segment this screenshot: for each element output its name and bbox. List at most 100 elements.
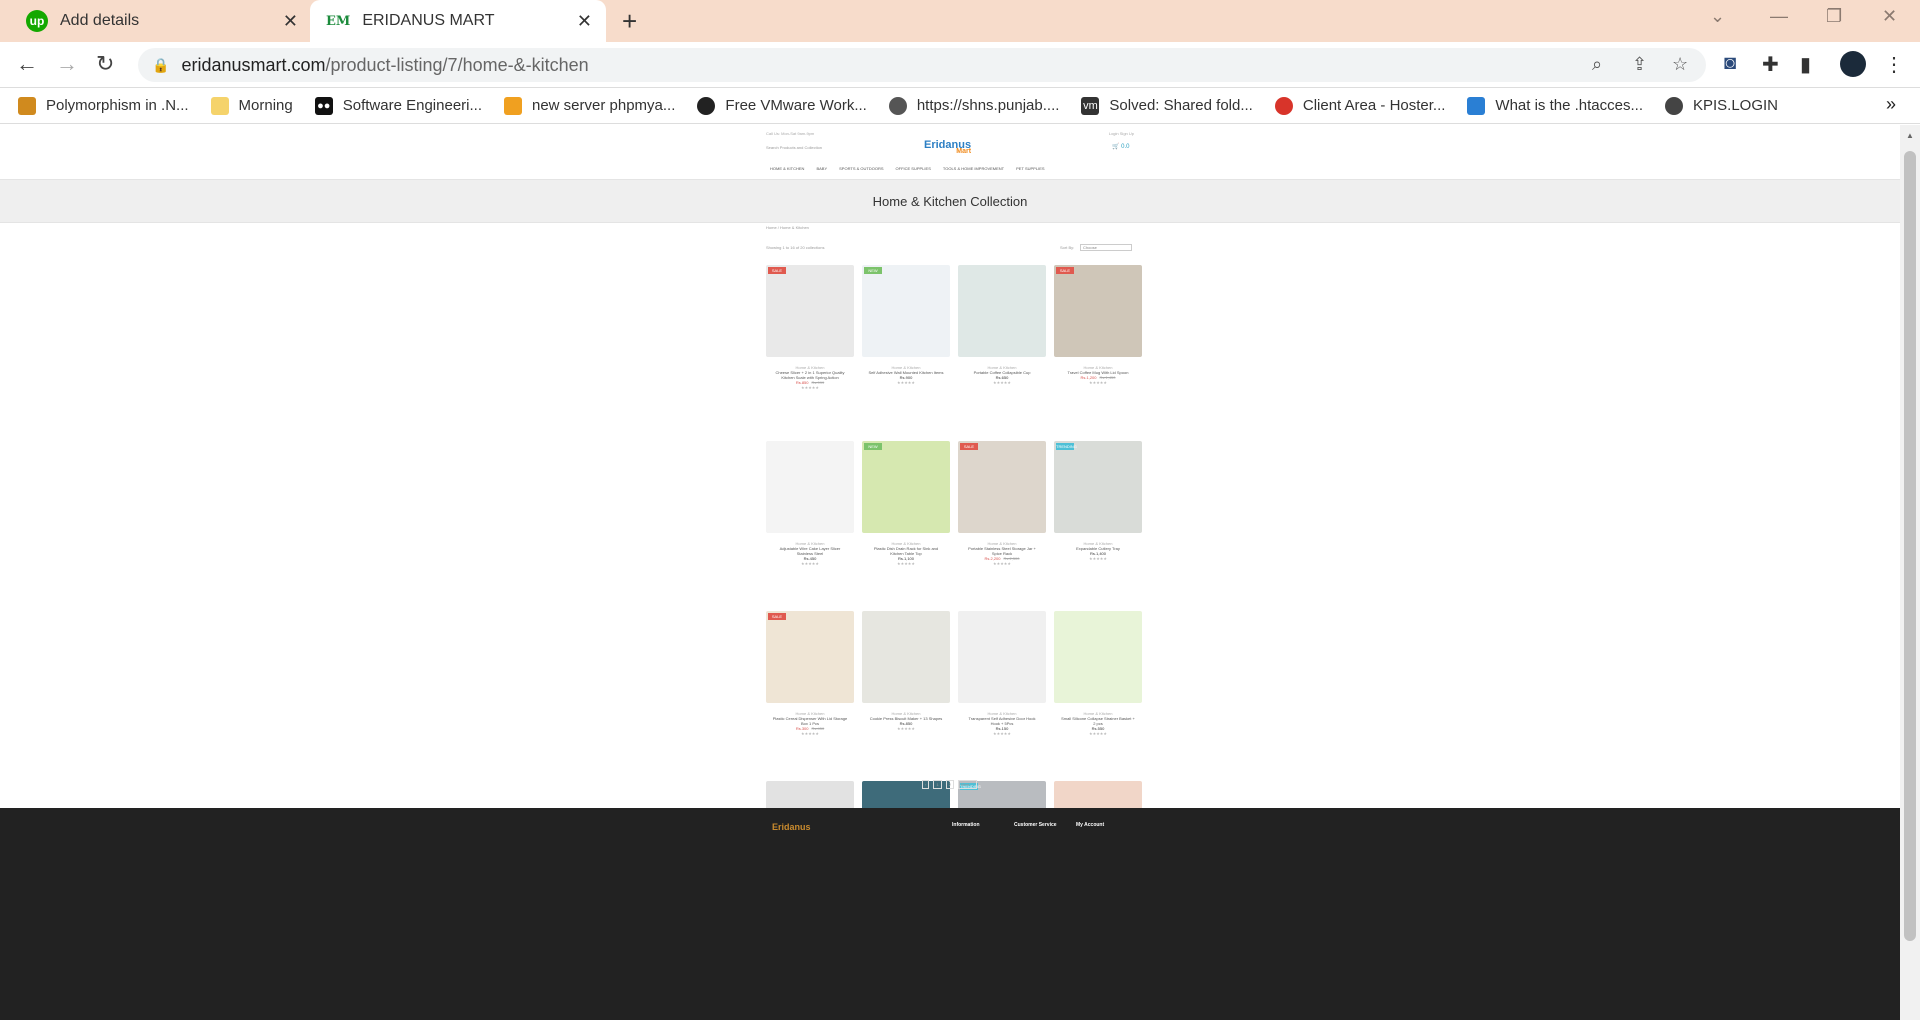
product-image[interactable]: NEW <box>862 441 950 533</box>
bookmark[interactable]: vm Solved: Shared fold... <box>1081 96 1253 115</box>
bookmark[interactable]: ●● Software Engineeri... <box>314 96 482 115</box>
bookmark[interactable]: What is the .htacces... <box>1467 96 1643 115</box>
side-panel-icon[interactable]: ▮ <box>1800 52 1811 77</box>
cart-icon[interactable]: 🛒 0.0 <box>1112 143 1129 150</box>
lock-icon: 🔒 <box>152 56 170 73</box>
product-card[interactable]: SALE Home & Kitchen Travel Coffee Mug With… <box>1054 265 1142 385</box>
scrollbar[interactable]: ▲ <box>1900 125 1920 1020</box>
search-input[interactable]: Search Products and Collection <box>766 145 822 150</box>
product-card[interactable]: Home & Kitchen Adjustable Wire Cake Layer… <box>766 441 854 566</box>
product-image[interactable] <box>766 441 854 533</box>
menu-item[interactable]: SPORTS & OUTDOORS <box>839 166 883 171</box>
bookmark[interactable]: Free VMware Work... <box>697 96 867 115</box>
product-image[interactable]: NEW <box>862 265 950 357</box>
product-image[interactable]: SALE <box>766 265 854 357</box>
account-links[interactable]: Login Sign Up <box>1109 131 1134 136</box>
footer-logo[interactable]: Eridanus <box>772 822 811 832</box>
bookmark[interactable]: Polymorphism in .N... <box>18 96 189 115</box>
person-icon <box>1467 96 1486 115</box>
web-page: Call Us: Mon-Sat 9am-9pm Login Sign Up S… <box>0 125 1900 1020</box>
product-image[interactable]: SALE <box>1054 265 1142 357</box>
address-bar[interactable]: 🔒 eridanusmart.com/product-listing/7/hom… <box>138 48 1706 82</box>
site-logo[interactable]: Eridanus Mart <box>924 139 971 155</box>
product-image[interactable]: SALE <box>766 611 854 703</box>
menu-item[interactable]: PET SUPPLIES <box>1016 166 1044 171</box>
product-image[interactable] <box>958 265 1046 357</box>
product-card[interactable]: NEW Home & Kitchen Self Adhesive Wall Moun… <box>862 265 950 385</box>
breadcrumb[interactable]: Home / Home & Kitchen <box>766 225 809 230</box>
pagination-page[interactable]: 2 <box>945 780 954 789</box>
menu-item[interactable]: TOOLS & HOME IMPROVEMENT <box>943 166 1004 171</box>
close-icon[interactable]: ✕ <box>577 11 592 32</box>
bookmark[interactable]: https://shns.punjab.... <box>888 96 1059 115</box>
product-name[interactable]: Adjustable Wire Cake Layer Slicer Stainl… <box>766 546 854 556</box>
medium-icon: ●● <box>314 96 333 115</box>
scrollbar-thumb[interactable] <box>1904 151 1916 941</box>
menu-item[interactable]: HOME & KITCHEN <box>770 166 804 171</box>
minimize-icon[interactable]: — <box>1770 6 1788 27</box>
menu-item[interactable]: BABY <box>816 166 827 171</box>
product-name[interactable]: Portable Stainless Steel Storage Jar + S… <box>958 546 1046 556</box>
pagination-page[interactable]: 1 <box>933 780 942 789</box>
bookmark[interactable]: KPIS.LOGIN <box>1664 96 1778 115</box>
chevron-down-icon[interactable]: ⌄ <box>1710 6 1725 27</box>
product-badge: TRENDING <box>1056 443 1077 450</box>
star-icon[interactable]: ☆ <box>1672 54 1688 75</box>
product-name[interactable]: Small Silicone Collapse Strainer Basket … <box>1054 716 1142 726</box>
rating-stars-icon: ★★★★★ <box>801 731 819 736</box>
rating-stars-icon: ★★★★★ <box>1089 556 1107 561</box>
product-name[interactable]: Plastic Dish Drain Rack for Sink and Kit… <box>862 546 950 556</box>
pagination-prev[interactable]: ‹ <box>922 780 930 789</box>
product-badge: NEW <box>864 267 882 274</box>
reload-icon[interactable]: ↻ <box>96 51 114 77</box>
bookmark[interactable]: Client Area - Hoster... <box>1274 96 1445 115</box>
footer-heading: My Account <box>1076 822 1105 828</box>
product-name[interactable]: Plastic Cereal Dispenser With Lid Storag… <box>766 716 854 726</box>
product-badge: SALE <box>768 613 786 620</box>
product-image[interactable] <box>1054 611 1142 703</box>
scroll-up-icon[interactable]: ▲ <box>1906 131 1914 140</box>
window-close-icon[interactable]: ✕ <box>1882 6 1897 27</box>
sort-label: Sort By: <box>1060 245 1075 250</box>
tab-add-details[interactable]: up Add details ✕ <box>12 0 312 42</box>
tab-strip: up Add details ✕ EM ERIDANUS MART ✕ + ⌄ … <box>0 0 1920 42</box>
extension-icon[interactable]: ◙ <box>1724 52 1736 75</box>
site-footer: Eridanus Information Customer Service My… <box>0 808 1900 1020</box>
close-icon[interactable]: ✕ <box>283 11 298 32</box>
product-image[interactable] <box>958 611 1046 703</box>
product-name[interactable]: Cheese Slicer + 2 in 1 Superior Quality … <box>766 370 854 380</box>
rating-stars-icon: ★★★★★ <box>801 561 819 566</box>
footer-heading: Information <box>952 822 980 828</box>
share-icon[interactable]: ⇪ <box>1632 54 1647 75</box>
product-card[interactable]: NEW Home & Kitchen Plastic Dish Drain Rack… <box>862 441 950 566</box>
product-image[interactable] <box>862 611 950 703</box>
back-icon[interactable]: ← <box>16 51 38 77</box>
new-tab-icon[interactable]: + <box>622 6 637 37</box>
bookmark[interactable]: Morning <box>210 96 293 115</box>
sort-select[interactable]: Choose <box>1080 244 1132 251</box>
tab-eridanus-mart[interactable]: EM ERIDANUS MART ✕ <box>310 0 606 42</box>
product-card[interactable]: Home & Kitchen Small Silicone Collapse St… <box>1054 611 1142 736</box>
bookmark[interactable]: new server phpmya... <box>504 96 675 115</box>
chevron-double-right-icon[interactable]: » <box>1886 94 1896 115</box>
puzzle-icon[interactable]: ✚ <box>1762 52 1779 77</box>
forward-icon[interactable]: → <box>56 51 78 77</box>
restore-icon[interactable]: ❐ <box>1826 6 1842 27</box>
product-card[interactable]: Home & Kitchen Transparent Self Adhesive … <box>958 611 1046 736</box>
avatar[interactable] <box>1840 51 1866 77</box>
product-badge: NEW <box>864 443 882 450</box>
zoom-icon[interactable]: ⌕ <box>1592 54 1602 75</box>
product-image[interactable]: SALE <box>958 441 1046 533</box>
product-card[interactable]: TRENDING Home & Kitchen Expandable Cutlery… <box>1054 441 1142 561</box>
menu-dots-icon[interactable]: ⋮ <box>1884 52 1904 77</box>
product-card[interactable]: Home & Kitchen Portable Coffee Collapsibl… <box>958 265 1046 385</box>
pagination-next[interactable]: Next → <box>957 780 978 789</box>
product-card[interactable]: Home & Kitchen Cookie Press Biscuit Maker… <box>862 611 950 731</box>
product-card[interactable]: SALE Home & Kitchen Portable Stainless Ste… <box>958 441 1046 566</box>
product-name[interactable]: Transparent Self Adhesive Door Hook Hook… <box>958 716 1046 726</box>
rating-stars-icon: ★★★★★ <box>897 380 915 385</box>
product-card[interactable]: SALE Home & Kitchen Plastic Cereal Dispens… <box>766 611 854 736</box>
menu-item[interactable]: OFFICE SUPPLIES <box>896 166 931 171</box>
product-image[interactable]: TRENDING <box>1054 441 1142 533</box>
product-card[interactable]: SALE Home & Kitchen Cheese Slicer + 2 in 1… <box>766 265 854 390</box>
